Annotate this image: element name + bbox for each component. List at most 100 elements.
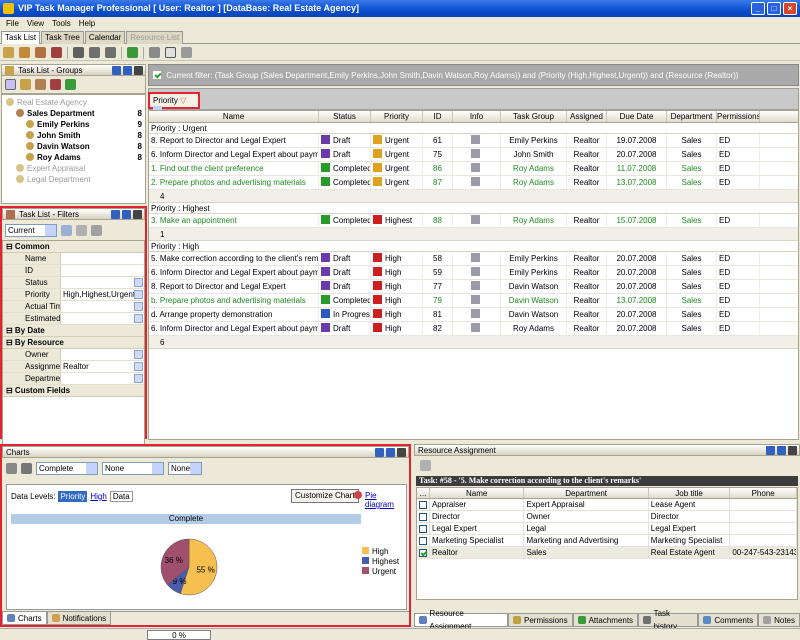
- resource-column-header[interactable]: Job title: [649, 488, 731, 498]
- resource-checkbox[interactable]: [419, 525, 427, 533]
- panel-close-icon[interactable]: [397, 448, 406, 457]
- delete-task-icon[interactable]: [51, 47, 62, 58]
- filter-value[interactable]: [61, 277, 144, 288]
- resource-check-cell[interactable]: [417, 511, 430, 522]
- tab-notifications[interactable]: Notifications: [46, 612, 112, 625]
- task-row[interactable]: 6. Inform Director and Legal Expert abou…: [149, 266, 798, 280]
- chevron-down-icon[interactable]: [134, 350, 143, 359]
- filter-category[interactable]: ⊟ By Date: [3, 325, 144, 337]
- column-header[interactable]: Priority: [371, 111, 423, 122]
- filter-category[interactable]: ⊟ Custom Fields: [3, 385, 144, 397]
- chevron-down-icon[interactable]: [134, 278, 143, 287]
- new-subtask-icon[interactable]: [19, 47, 30, 58]
- filter-row[interactable]: Status: [3, 277, 144, 289]
- tab-task-list[interactable]: Task List: [1, 31, 41, 44]
- resource-check-cell[interactable]: [417, 547, 430, 558]
- filter-row[interactable]: ID: [3, 265, 144, 277]
- resource-column-header[interactable]: ...: [417, 488, 430, 498]
- tab-attachments[interactable]: Attachments: [572, 614, 639, 627]
- column-header[interactable]: Assigned: [567, 111, 607, 122]
- chevron-down-icon[interactable]: [134, 374, 143, 383]
- resource-column-header[interactable]: Name: [430, 488, 525, 498]
- column-header[interactable]: Task Group: [501, 111, 567, 122]
- tree-item[interactable]: John Smith 8: [2, 130, 145, 141]
- refresh-icon[interactable]: [127, 47, 138, 58]
- chevron-down-icon[interactable]: [152, 462, 163, 474]
- new-task-icon[interactable]: [3, 47, 14, 58]
- task-row[interactable]: 5. Make correction according to the clie…: [149, 252, 798, 266]
- filter-value[interactable]: [61, 373, 144, 384]
- level-high[interactable]: High: [90, 492, 106, 501]
- column-header[interactable]: Due Date: [607, 111, 667, 122]
- task-row[interactable]: 8. Report to Director and Legal Expert Dr…: [149, 280, 798, 294]
- panel-close-icon[interactable]: [134, 66, 143, 75]
- refresh-groups-icon[interactable]: [65, 79, 76, 90]
- options-icon[interactable]: [181, 47, 192, 58]
- delete-group-icon[interactable]: [50, 79, 61, 90]
- pin-icon[interactable]: [122, 210, 131, 219]
- task-row[interactable]: d. Arrange property demonstration In Prog…: [149, 308, 798, 322]
- tree-item[interactable]: Legal Department: [2, 174, 145, 185]
- columns-icon[interactable]: [165, 47, 176, 58]
- menu-view[interactable]: View: [27, 17, 44, 31]
- tree-item[interactable]: Davin Watson 8: [2, 141, 145, 152]
- move-top-icon[interactable]: [73, 47, 84, 58]
- level-data[interactable]: Data: [109, 491, 133, 502]
- resource-options-icon[interactable]: [420, 459, 431, 471]
- resource-row[interactable]: Realtor Sales Real Estate Agent 00-247-543-…: [417, 547, 797, 559]
- tree-item[interactable]: Emily Perkins 9: [2, 119, 145, 130]
- print-chart-icon[interactable]: [21, 462, 32, 474]
- column-header[interactable]: Info: [453, 111, 501, 122]
- resource-checkbox[interactable]: [419, 501, 427, 509]
- filter-row[interactable]: Department: [3, 373, 144, 385]
- group-row[interactable]: Priority : Highest: [149, 203, 798, 214]
- panel-menu-icon[interactable]: [766, 446, 775, 455]
- filter-row[interactable]: Owner: [3, 349, 144, 361]
- pie-diagram-link[interactable]: Pie diagram: [365, 491, 406, 509]
- task-row[interactable]: 3. Make an appointment Completed Highest 88…: [149, 214, 798, 228]
- resource-checkbox[interactable]: [419, 537, 427, 545]
- chevron-down-icon[interactable]: [134, 290, 143, 299]
- tab-resource-assignment[interactable]: Resource Assignment: [414, 609, 509, 631]
- group-row[interactable]: Priority : High: [149, 241, 798, 252]
- column-header[interactable]: Status: [319, 111, 371, 122]
- resource-check-cell[interactable]: [417, 535, 430, 546]
- filter-value[interactable]: [61, 301, 144, 312]
- tree-item[interactable]: Expert Appraisal: [2, 163, 145, 174]
- menu-file[interactable]: File: [6, 17, 19, 31]
- column-header[interactable]: Department: [667, 111, 717, 122]
- chart-split-combo[interactable]: None: [168, 461, 202, 475]
- task-row[interactable]: 6. Inform Director and Legal Expert abou…: [149, 148, 798, 162]
- filter-row[interactable]: Actual Time: [3, 301, 144, 313]
- chevron-down-icon[interactable]: [45, 224, 56, 236]
- filter-value[interactable]: Realtor: [61, 361, 144, 372]
- filter-row[interactable]: Name: [3, 253, 144, 265]
- filter-value[interactable]: High,Highest,Urgent: [61, 289, 144, 300]
- move-up-icon[interactable]: [89, 47, 100, 58]
- pin-icon[interactable]: [777, 446, 786, 455]
- task-row[interactable]: 2. Prepare photos and advertising materi…: [149, 176, 798, 190]
- resource-check-cell[interactable]: [417, 499, 430, 510]
- close-button[interactable]: ×: [783, 2, 797, 15]
- filter-enabled-checkbox[interactable]: [153, 71, 161, 79]
- chevron-down-icon[interactable]: [86, 462, 97, 474]
- maximize-button[interactable]: □: [767, 2, 781, 15]
- menu-help[interactable]: Help: [79, 17, 95, 31]
- filter-row[interactable]: AssignmentRealtor: [3, 361, 144, 373]
- filter-value[interactable]: [61, 349, 144, 360]
- resource-row[interactable]: Marketing Specialist Marketing and Advert…: [417, 535, 797, 547]
- panel-menu-icon[interactable]: [375, 448, 384, 457]
- back-icon[interactable]: [149, 47, 160, 58]
- tab-charts[interactable]: Charts: [2, 612, 47, 625]
- filter-value[interactable]: [61, 313, 144, 324]
- filter-category[interactable]: ⊟ Common: [3, 241, 144, 253]
- chevron-down-icon[interactable]: [134, 314, 143, 323]
- menu-tools[interactable]: Tools: [52, 17, 71, 31]
- task-row[interactable]: 6. Inform Director and Legal Expert abou…: [149, 322, 798, 336]
- resource-row[interactable]: Appraiser Expert Appraisal Lease Agent: [417, 499, 797, 511]
- filter-row[interactable]: Estimated Tim: [3, 313, 144, 325]
- panel-close-icon[interactable]: [788, 446, 797, 455]
- tab-notes[interactable]: Notes: [758, 614, 800, 627]
- tab-permissions[interactable]: Permissions: [508, 614, 573, 627]
- chart-series-combo[interactable]: None: [102, 461, 164, 475]
